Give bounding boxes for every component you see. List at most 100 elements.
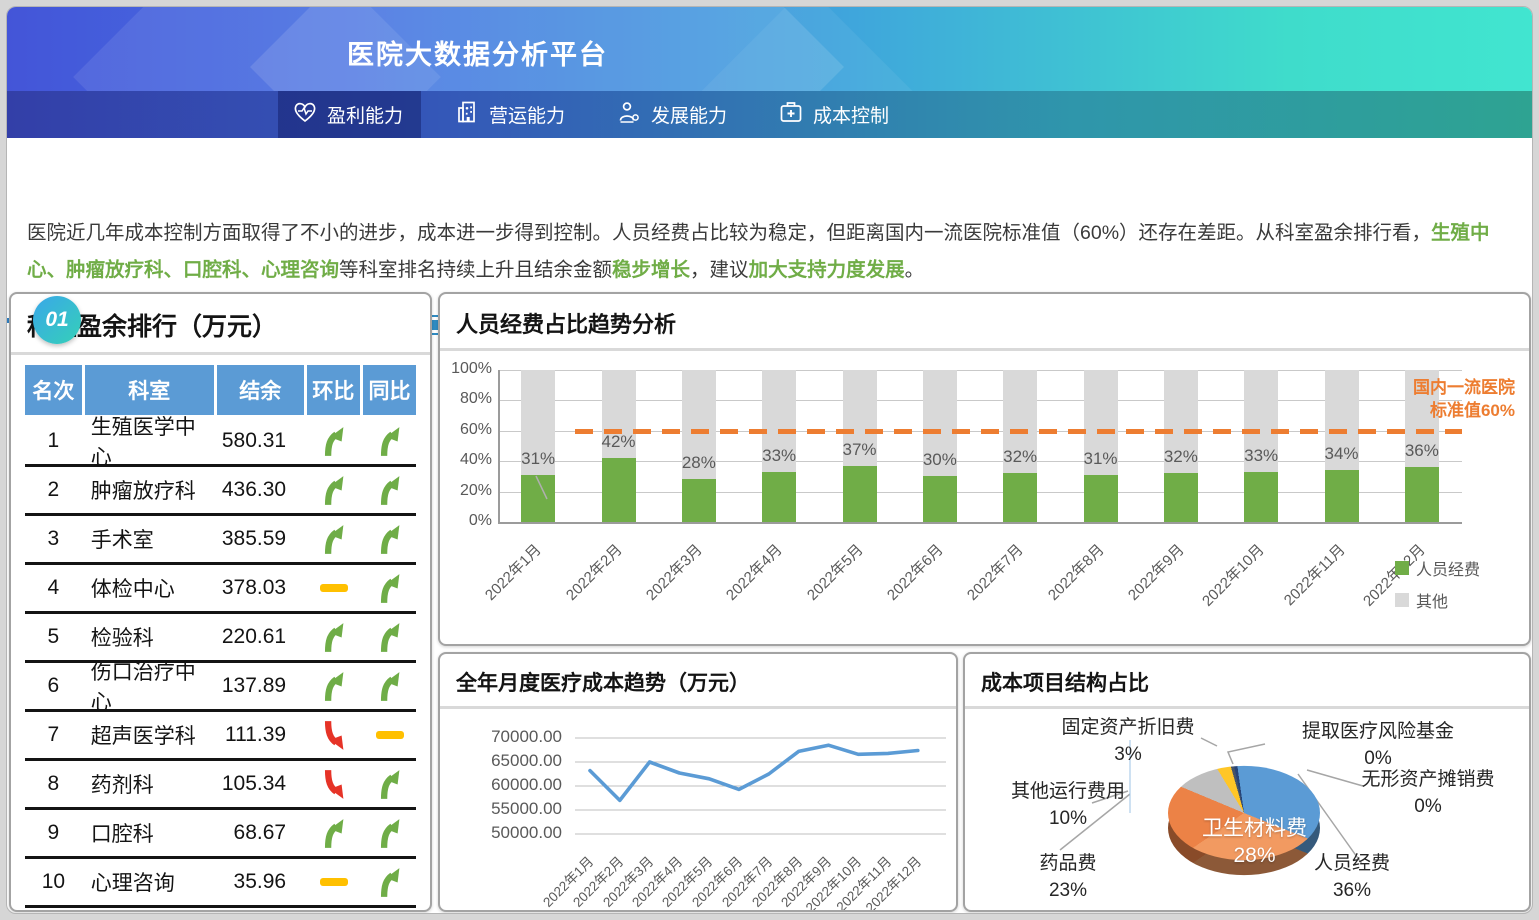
- nav-tab-2[interactable]: 营运能力: [440, 91, 583, 138]
- rank-cell: 2: [25, 478, 82, 502]
- slice-pct: 0%: [1333, 793, 1523, 820]
- rank-cell: 6: [25, 674, 82, 698]
- y-axis-label: 100%: [442, 360, 492, 378]
- bar-data-label: 32%: [1151, 447, 1211, 467]
- value-cell: 580.31: [217, 429, 305, 453]
- nav-tab-4[interactable]: 成本控制: [764, 91, 907, 138]
- x-axis-label: 2022年6月: [870, 539, 947, 616]
- section-number-badge: 01: [33, 296, 81, 344]
- pie-category-label: 提取医疗风险基金0%: [1283, 718, 1473, 772]
- value-cell: 385.59: [217, 527, 305, 551]
- dept-cell: 口腔科: [85, 818, 214, 848]
- bar-staff-expense: [682, 479, 716, 522]
- heart-pulse-icon: [292, 99, 318, 131]
- x-axis-label: 2022年9月: [1111, 539, 1188, 616]
- rank-cell: 5: [25, 625, 82, 649]
- summary-segment: 等科室排名持续上升且结余金额: [339, 259, 612, 281]
- nav-tab-label: 成本控制: [813, 101, 889, 128]
- slice-name: 卫生材料费: [1177, 815, 1332, 842]
- x-axis-label: 2022年7月: [951, 539, 1028, 616]
- up-arrow-icon: [307, 622, 360, 653]
- bar-data-label: 34%: [1312, 444, 1372, 464]
- bar-data-label: 30%: [910, 450, 970, 470]
- ranking-table-header: 名次科室结余环比同比: [25, 365, 416, 415]
- reference-label-line1: 国内一流医院: [1413, 376, 1515, 399]
- pie-category-label: 其他运行费用10%: [973, 778, 1163, 832]
- dashboard: 医院大数据分析平台 盈利能力营运能力发展能力成本控制 01 成本控制 医院近几年…: [6, 6, 1533, 914]
- value-cell: 68.67: [217, 821, 305, 845]
- legend-label: 人员经费: [1416, 556, 1480, 580]
- app-title: 医院大数据分析平台: [347, 33, 608, 72]
- legend-swatch: [1395, 561, 1409, 575]
- slice-pct: 10%: [973, 805, 1163, 832]
- up-arrow-icon: [363, 475, 416, 506]
- up-arrow-icon: [363, 573, 416, 604]
- value-cell: 111.39: [217, 723, 305, 747]
- pie-chart: 人员经费36%卫生材料费28%药品费23%其他运行费用10%固定资产折旧费3%提…: [965, 700, 1529, 912]
- pie-category-label: 无形资产摊销费0%: [1333, 766, 1523, 820]
- dept-surplus-ranking-panel: 科室盈余排行（万元） 名次科室结余环比同比 1生殖医学中心580.312肿瘤放疗…: [9, 292, 432, 912]
- dept-cell: 心理咨询: [85, 867, 214, 897]
- slice-name: 固定资产折旧费: [1033, 714, 1223, 741]
- reference-label-line2: 标准值60%: [1413, 399, 1515, 422]
- nav-tab-1[interactable]: 盈利能力: [278, 91, 421, 138]
- y-axis-label: 20%: [442, 482, 492, 500]
- up-arrow-icon: [307, 671, 360, 702]
- table-row: 9口腔科68.67: [25, 810, 416, 859]
- table-row: 2肿瘤放疗科436.30: [25, 467, 416, 516]
- staff-expense-trend-panel: 人员经费占比趋势分析 100%80%60%40%20%0%31%2022年1月4…: [438, 292, 1531, 646]
- x-axis-label: 2022年11月: [1272, 539, 1349, 616]
- flat-arrow-icon: [307, 584, 360, 592]
- bar-data-label: 36%: [1392, 441, 1452, 461]
- trend-line: [590, 745, 918, 800]
- bar-staff-expense: [1164, 473, 1198, 522]
- dept-cell: 生殖医学中心: [85, 411, 214, 471]
- x-axis-label: 2022年2月: [549, 539, 626, 616]
- value-cell: 137.89: [217, 674, 305, 698]
- pie-category-label: 固定资产折旧费3%: [1033, 714, 1223, 768]
- column-header-4: 同比: [363, 365, 416, 415]
- banner: [7, 7, 1532, 91]
- bar-data-label: 32%: [990, 447, 1050, 467]
- person-growth-icon: [616, 99, 642, 131]
- gridline: [498, 492, 1462, 493]
- down-arrow-icon: [307, 769, 360, 800]
- y-axis-label: 60%: [442, 421, 492, 439]
- bar-staff-expense: [1405, 467, 1439, 522]
- summary-segment: 。: [905, 259, 925, 281]
- bar-data-label: 42%: [589, 432, 649, 452]
- up-arrow-icon: [363, 671, 416, 702]
- nav-tab-3[interactable]: 发展能力: [602, 91, 745, 138]
- legend-swatch: [1395, 593, 1409, 607]
- summary-segment: 医院近几年成本控制方面取得了不小的进步，成本进一步得到控制。人员经费占比较为稳定…: [27, 222, 1431, 244]
- up-arrow-icon: [363, 524, 416, 555]
- bar-data-label: 33%: [749, 446, 809, 466]
- dept-cell: 伤口治疗中心: [85, 656, 214, 716]
- up-arrow-icon: [307, 818, 360, 849]
- gridline: [498, 522, 1462, 524]
- divider: [11, 352, 430, 355]
- flat-arrow-icon: [363, 731, 416, 739]
- monthly-cost-trend-panel: 全年月度医疗成本趋势（万元） 70000.0065000.0060000.005…: [438, 652, 958, 912]
- gridline: [498, 370, 1462, 371]
- legend-item-0: 人员经费: [1395, 556, 1480, 580]
- down-arrow-icon: [307, 720, 360, 751]
- column-header-1: 科室: [85, 365, 214, 415]
- up-arrow-icon: [363, 426, 416, 457]
- reference-line-60pct: [575, 429, 1462, 434]
- pie-category-label: 药品费23%: [973, 850, 1163, 904]
- y-axis-label: 80%: [442, 390, 492, 408]
- column-header-3: 环比: [307, 365, 360, 415]
- x-axis-label: 2022年8月: [1031, 539, 1108, 616]
- ranking-table: 名次科室结余环比同比 1生殖医学中心580.312肿瘤放疗科436.303手术室…: [25, 365, 416, 908]
- rank-cell: 9: [25, 821, 82, 845]
- x-axis-label: 2022年5月: [790, 539, 867, 616]
- rank-cell: 1: [25, 429, 82, 453]
- pie-slice-label: 卫生材料费28%: [1177, 815, 1332, 869]
- value-cell: 105.34: [217, 772, 305, 796]
- table-row: 7超声医学科111.39: [25, 712, 416, 761]
- cost-structure-panel: 成本项目结构占比 人员经费36%卫生材料费28%药品费23%其他运行费用10%固…: [963, 652, 1531, 912]
- summary-highlight: 加大支持力度发展: [749, 259, 905, 281]
- y-axis-label: 40%: [442, 451, 492, 469]
- value-cell: 35.96: [217, 870, 305, 894]
